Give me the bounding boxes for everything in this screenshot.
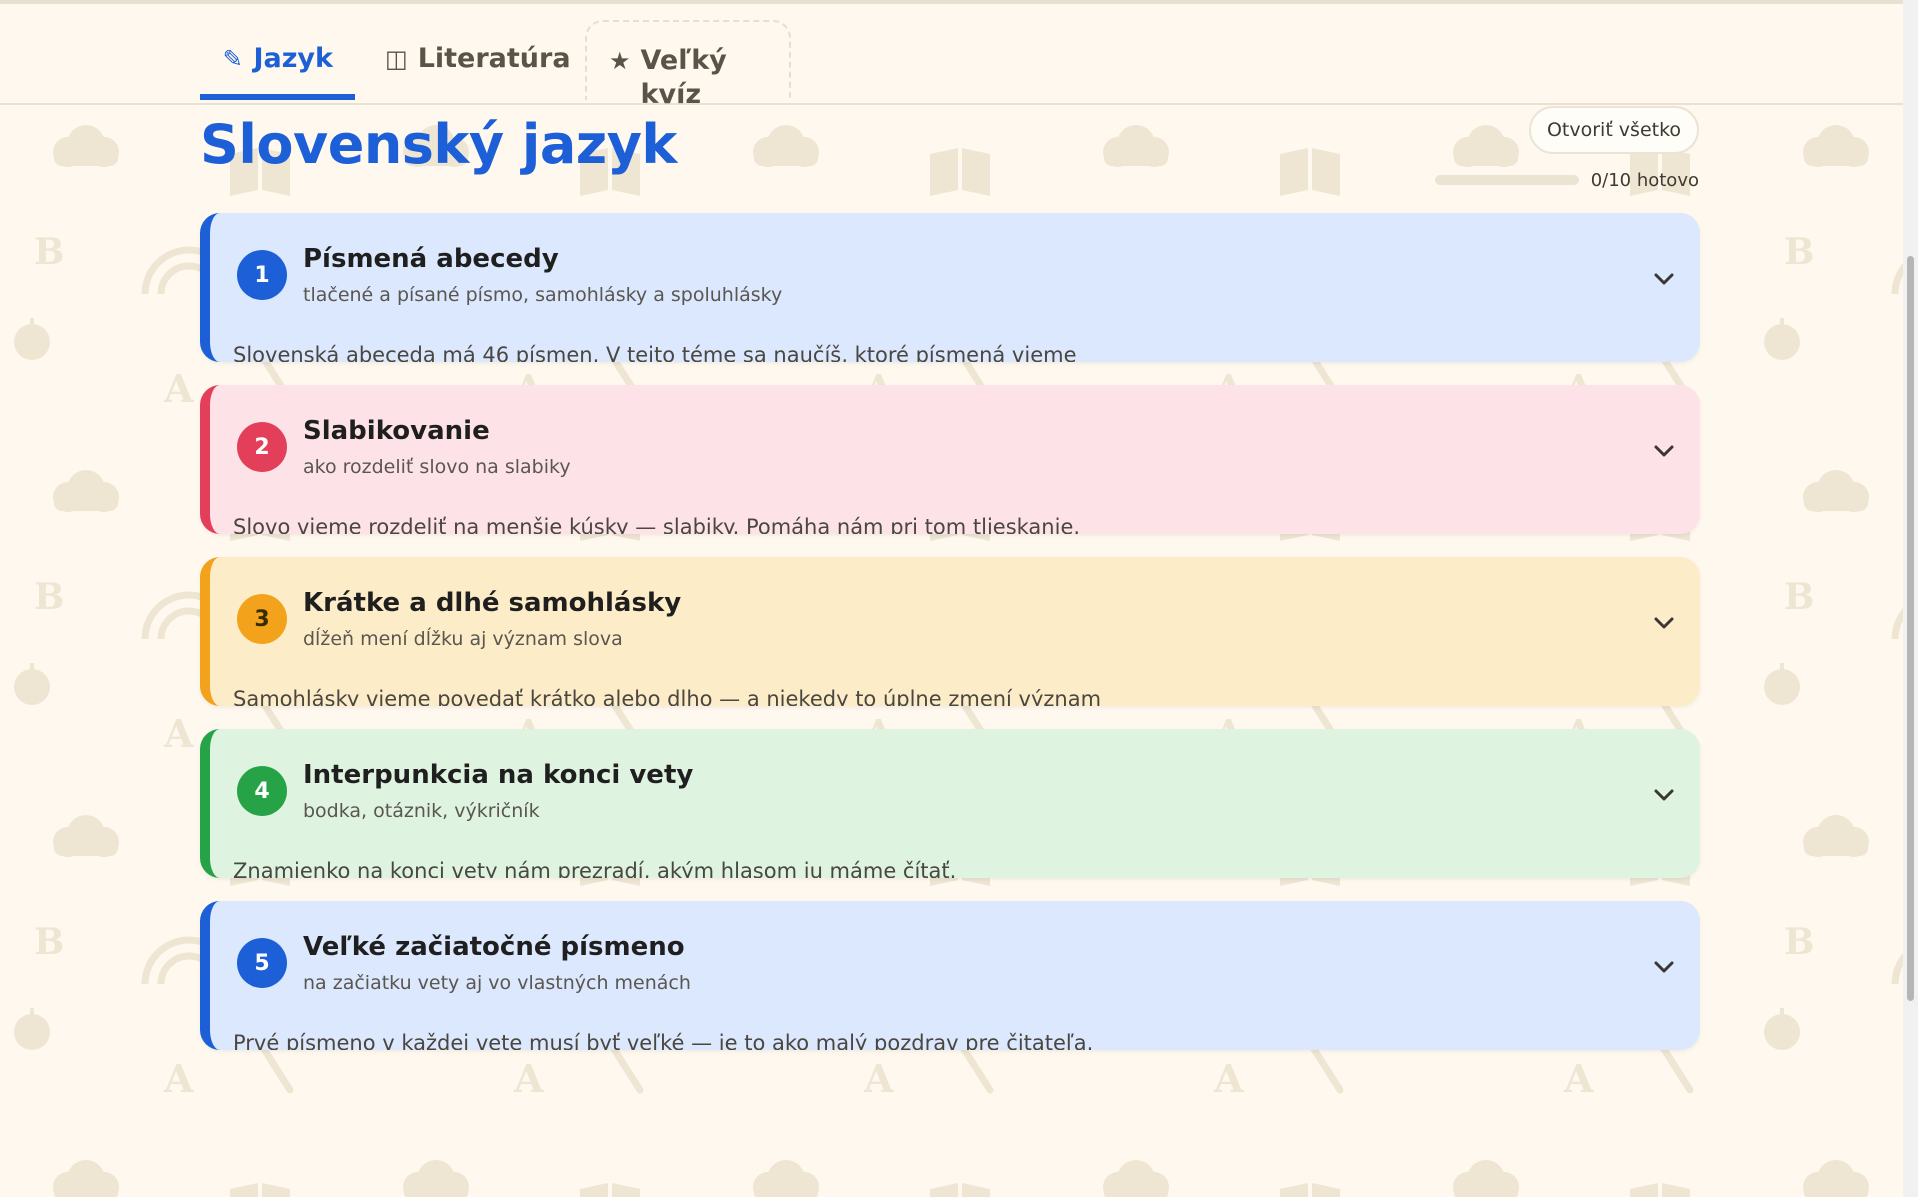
topic-description: Prvé písmeno v každej vete musí byť veľk… [233,1031,1094,1050]
tab-literatura[interactable]: ◫ Literatúra [363,34,571,100]
topic-subtitle: bodka, otáznik, výkričník [303,800,540,822]
chevron-down-icon[interactable] [1650,609,1678,637]
topic-title: Písmená abecedy [303,244,559,274]
tab-label: Jazyk [253,43,333,74]
tab-label: Veľký kvíz [640,45,727,110]
star-icon: ★ [609,47,631,75]
topic-number-badge: 5 [237,938,287,988]
progress-bar [1435,175,1579,185]
topic-subtitle: na začiatku vety aj vo vlastných menách [303,972,691,994]
topic-description: Slovenská abeceda má 46 písmen. V tejto … [233,343,1077,362]
chevron-down-icon[interactable] [1650,265,1678,293]
topic-title: Slabikovanie [303,416,490,446]
topic-card[interactable]: 3 Krátke a dlhé samohlásky dĺžeň mení dĺ… [200,557,1700,706]
topic-number-badge: 3 [237,594,287,644]
topic-number-badge: 4 [237,766,287,816]
topic-subtitle: tlačené a písané písmo, samohlásky a spo… [303,284,783,306]
tab-velky-kviz[interactable]: ★ Veľký kvíz [585,20,791,110]
topic-title: Krátke a dlhé samohlásky [303,588,682,618]
scrollbar[interactable] [1903,0,1918,1197]
topic-card[interactable]: 5 Veľké začiatočné písmeno na začiatku v… [200,901,1700,1050]
topic-title: Interpunkcia na konci vety [303,760,694,790]
topic-card[interactable]: 2 Slabikovanie ako rozdeliť slovo na sla… [200,385,1700,534]
progress: 0/10 hotovo [1435,168,1699,192]
topic-list: 1 Písmená abecedy tlačené a písané písmo… [200,213,1700,1073]
topic-subtitle: dĺžeň mení dĺžku aj význam slova [303,628,623,650]
tab-label: Literatúra [417,43,571,74]
progress-text: 0/10 hotovo [1590,169,1699,191]
book-icon: ◫ [385,45,408,73]
tab-bar: ✎ Jazyk ◫ Literatúra ★ Veľký kvíz [0,4,1903,110]
topic-number-badge: 1 [237,250,287,300]
topic-description: Slovo vieme rozdeliť na menšie kúsky — s… [233,515,1081,534]
topic-title: Veľké začiatočné písmeno [303,932,685,962]
page-title: Slovenský jazyk [200,113,677,176]
open-all-button[interactable]: Otvoriť všetko [1529,106,1699,154]
topic-description: Znamienko na konci vety nám prezradí, ak… [233,859,957,878]
scrollbar-thumb[interactable] [1907,256,1914,1001]
topic-card[interactable]: 1 Písmená abecedy tlačené a písané písmo… [200,213,1700,362]
topic-description: Samohlásky vieme povedať krátko alebo dl… [233,687,1102,706]
pencil-icon: ✎ [222,45,243,73]
topic-card[interactable]: 4 Interpunkcia na konci vety bodka, otáz… [200,729,1700,878]
tab-jazyk[interactable]: ✎ Jazyk [200,34,355,100]
topic-subtitle: ako rozdeliť slovo na slabiky [303,456,571,478]
chevron-down-icon[interactable] [1650,437,1678,465]
chevron-down-icon[interactable] [1650,781,1678,809]
chevron-down-icon[interactable] [1650,953,1678,981]
topic-number-badge: 2 [237,422,287,472]
